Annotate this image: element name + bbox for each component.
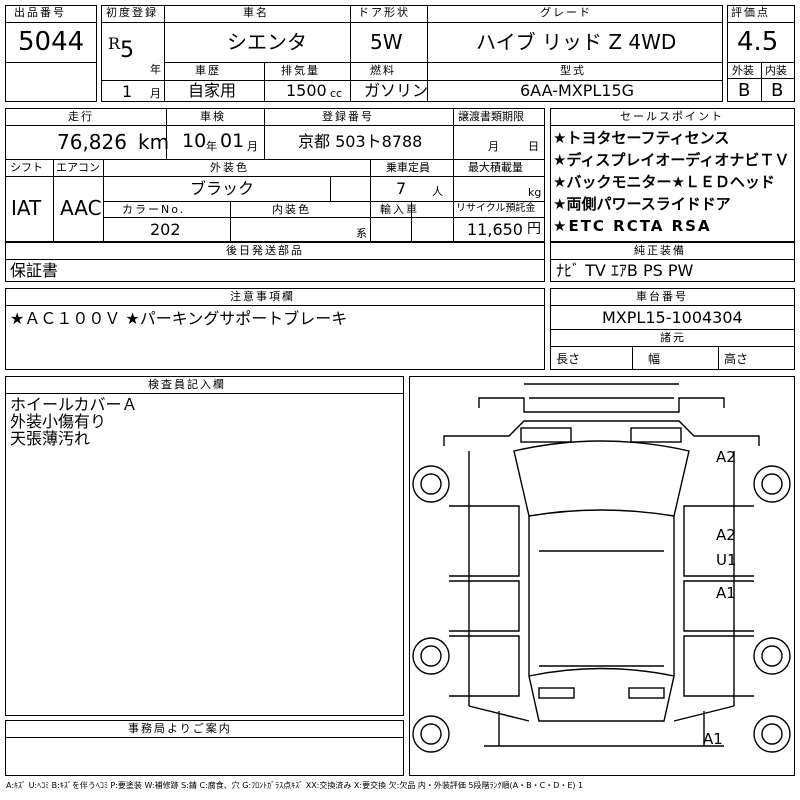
recycle-label: リサイクル預託金 xyxy=(456,203,536,214)
ext-grade-value: B xyxy=(738,80,751,101)
mileage-value: 76,826 xyxy=(57,130,127,154)
shift-label: シフト xyxy=(10,161,43,174)
later-parts-value: 保証書 xyxy=(10,261,59,280)
import-label: 輸入車 xyxy=(380,203,419,216)
lot-number: 5044 xyxy=(18,27,85,57)
displacement-value: 1500 xyxy=(286,81,327,100)
inspection-month-unit: 月 xyxy=(247,140,258,153)
recycle-value: 11,650 xyxy=(467,220,523,239)
reg-no-label: 登録番号 xyxy=(322,110,374,123)
notes-label: 注意事項欄 xyxy=(230,290,295,303)
legend-text: A:ｷｽﾞ U:ﾍｺﾐ B:ｷｽﾞを伴うﾍｺﾐ P:要塗装 W:補修跡 S:錆 … xyxy=(6,781,584,790)
capacity-unit: 人 xyxy=(432,185,443,198)
car-diagram xyxy=(412,383,791,753)
score-value: 4.5 xyxy=(737,27,779,57)
ext-grade-label: 外装 xyxy=(732,64,754,77)
diagram-mark-1: A2 xyxy=(716,448,736,466)
sales-point-3: ★バックモニター★ＬＥＤヘッド xyxy=(553,173,775,191)
lot-label: 出品番号 xyxy=(14,6,66,19)
aircon-label: エアコン xyxy=(56,161,100,174)
sales-point-1: ★トヨタセーフティセンス xyxy=(553,129,730,147)
int-color-label: 内装色 xyxy=(272,203,311,216)
mileage-label: 走行 xyxy=(68,110,94,123)
grade-value: ハイブ リッド Z 4WD xyxy=(476,30,677,54)
diagram-mark-2: A2 xyxy=(716,526,736,544)
ext-color-label: 外装色 xyxy=(210,161,249,174)
grade-label: グレード xyxy=(540,6,592,19)
chassis-label: 車台番号 xyxy=(636,290,688,303)
dims-height: 高さ xyxy=(724,352,749,366)
first-reg-era: R xyxy=(108,34,121,53)
first-reg-year: 5 xyxy=(120,38,134,63)
genuine-value: ﾅﾋﾞ TV ｴｱB PS PW xyxy=(556,261,694,280)
first-reg-year-unit: 年 xyxy=(150,63,161,76)
sales-point-4: ★両側パワースライドドア xyxy=(553,195,731,213)
inspector-line-3: 天張薄汚れ xyxy=(10,429,91,448)
reg-no-value: 京都 503ト8788 xyxy=(298,132,423,151)
inspection-year: 10 xyxy=(182,130,207,152)
car-name: シエンタ xyxy=(227,30,307,54)
int-color-unit: 系 xyxy=(356,227,367,240)
office-label: 事務局よりご案内 xyxy=(128,722,232,735)
dims-label: 諸元 xyxy=(660,331,686,344)
notes-value: ★ＡＣ１００Ｖ ★パーキングサポートブレーキ xyxy=(10,309,348,328)
dims-length: 長さ xyxy=(556,352,581,366)
fuel-value: ガソリン xyxy=(364,81,429,100)
fuel-label: 燃料 xyxy=(370,64,396,77)
first-reg-month-unit: 月 xyxy=(150,87,161,100)
transfer-month-unit: 月 xyxy=(488,140,499,153)
recycle-unit: 円 xyxy=(527,221,541,237)
max-load-label: 最大積載量 xyxy=(468,161,523,174)
inspection-year-unit: 年 xyxy=(206,140,217,153)
aircon-value: AAC xyxy=(60,196,102,220)
diagram-mark-3: U1 xyxy=(716,551,737,569)
color-no-label: カラーNo. xyxy=(122,203,186,216)
inspection-month: 01 xyxy=(220,130,245,152)
history-value: 自家用 xyxy=(188,81,237,100)
int-grade-value: B xyxy=(771,80,784,101)
diagram-mark-4: A1 xyxy=(716,584,736,602)
spec-box xyxy=(5,108,545,242)
inspector-line-1: ホイールカバーＡ xyxy=(10,395,138,414)
displacement-label: 排気量 xyxy=(281,64,320,77)
transfer-label: 譲渡書類期限 xyxy=(458,110,524,123)
capacity-value: 7 xyxy=(396,179,407,198)
chassis-value: MXPL15-1004304 xyxy=(602,308,743,327)
shift-value: IAT xyxy=(11,196,42,220)
int-grade-label: 内装 xyxy=(765,64,787,77)
model-value: 6AA-MXPL15G xyxy=(520,81,635,100)
history-label: 車歴 xyxy=(195,64,221,77)
door-value: 5W xyxy=(370,30,403,54)
first-reg-label: 初度登録 xyxy=(106,6,158,19)
capacity-label: 乗車定員 xyxy=(386,161,430,174)
displacement-unit: cc xyxy=(330,87,343,100)
sales-point-5: ★ETC RCTA RSA xyxy=(553,217,712,235)
transfer-day-unit: 日 xyxy=(528,140,539,153)
sales-point-2: ★ディスプレイオーディオナビＴＶ xyxy=(553,151,790,169)
door-label: ドア形状 xyxy=(358,6,410,19)
genuine-label: 純正装備 xyxy=(634,244,686,257)
max-load-unit: kg xyxy=(528,186,542,199)
later-parts-label: 後日発送部品 xyxy=(226,244,304,257)
inspector-label: 検査員記入欄 xyxy=(148,378,226,391)
inspector-line-2: 外装小傷有り xyxy=(10,412,107,431)
sales-points-label: セールスポイント xyxy=(620,110,724,123)
score-label: 評価点 xyxy=(731,6,770,19)
inspection-label: 車検 xyxy=(200,110,226,123)
color-no-value: 202 xyxy=(150,220,181,239)
diagram-mark-5: A1 xyxy=(703,730,723,748)
model-label: 型式 xyxy=(560,64,586,77)
car-name-label: 車名 xyxy=(243,6,269,19)
dims-width: 幅 xyxy=(648,352,661,366)
first-reg-month: 1 xyxy=(122,82,133,101)
ext-color-value: ブラック xyxy=(190,179,255,198)
mileage-unit: km xyxy=(138,130,170,154)
